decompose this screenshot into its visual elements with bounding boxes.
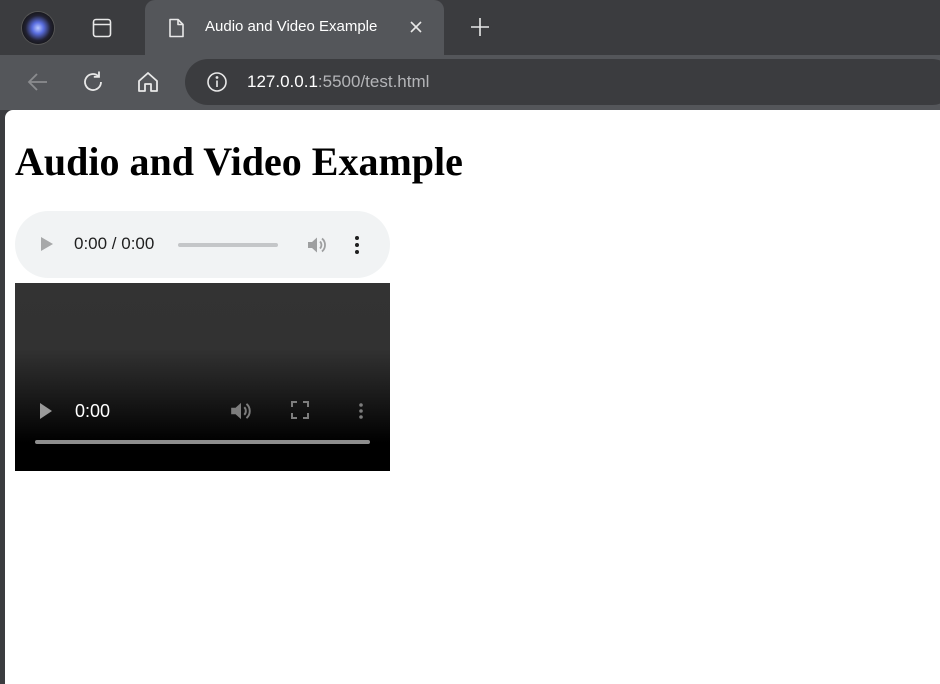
more-vert-icon[interactable] <box>355 400 367 422</box>
home-icon <box>138 72 158 92</box>
profile-avatar-icon[interactable] <box>22 12 54 44</box>
tab-active[interactable]: Audio and Video Example <box>145 0 444 55</box>
home-button[interactable] <box>135 69 161 95</box>
url-path: :5500/test.html <box>317 72 430 91</box>
play-icon[interactable] <box>39 235 55 253</box>
video-player[interactable]: 0:00 <box>15 283 390 471</box>
fullscreen-icon[interactable] <box>291 401 309 419</box>
tab-title: Audio and Video Example <box>205 18 378 35</box>
volume-icon[interactable] <box>306 234 328 256</box>
page-viewport: Audio and Video Example 0:00 / 0:00 0:00 <box>5 110 940 684</box>
new-tab-button[interactable] <box>469 16 491 38</box>
back-button[interactable] <box>25 69 51 95</box>
url-text[interactable]: 127.0.0.1:5500/test.html <box>247 72 429 92</box>
browser-toolbar: 127.0.0.1:5500/test.html <box>0 55 940 110</box>
tab-strip: Audio and Video Example <box>0 0 940 55</box>
play-icon[interactable] <box>39 402 53 420</box>
address-bar[interactable]: 127.0.0.1:5500/test.html <box>185 59 940 105</box>
audio-progress-bar[interactable] <box>178 243 278 247</box>
video-progress-bar[interactable] <box>35 440 370 444</box>
close-icon[interactable] <box>406 17 426 37</box>
more-vert-icon[interactable] <box>351 234 363 256</box>
page-title: Audio and Video Example <box>15 139 463 184</box>
info-icon[interactable] <box>206 71 228 93</box>
arrow-left-icon <box>27 73 47 91</box>
page-document-icon <box>166 17 186 39</box>
tab-actions-icon[interactable] <box>90 16 114 40</box>
audio-time: 0:00 / 0:00 <box>74 234 155 253</box>
plus-icon <box>471 18 489 36</box>
audio-player[interactable]: 0:00 / 0:00 <box>15 211 390 278</box>
reload-icon <box>84 71 102 91</box>
volume-icon[interactable] <box>229 399 253 423</box>
url-host: 127.0.0.1 <box>247 72 318 91</box>
reload-button[interactable] <box>80 69 106 95</box>
video-time: 0:00 <box>75 401 111 421</box>
